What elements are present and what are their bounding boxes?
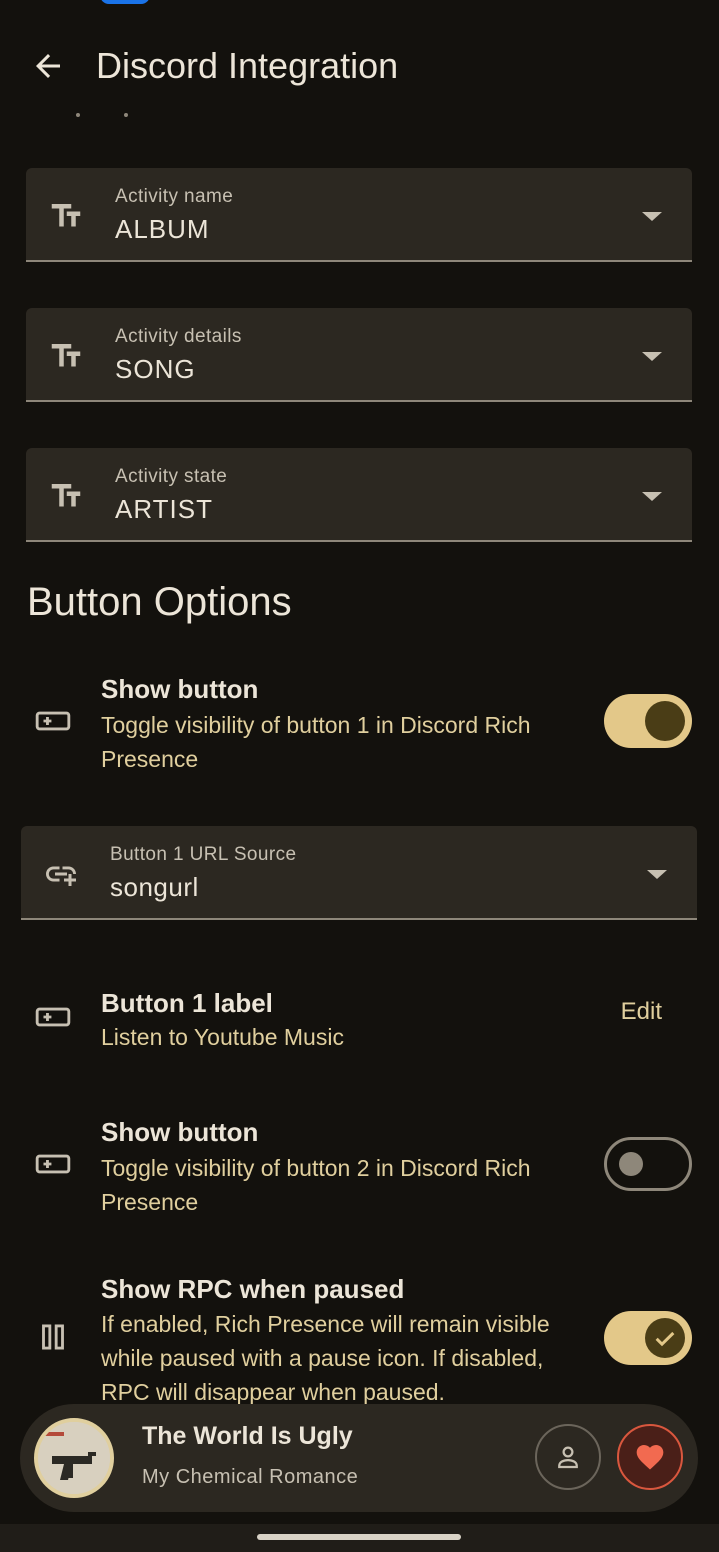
row-subtitle: Toggle visibility of button 2 in Discord… (101, 1155, 531, 1215)
activity-name-dropdown[interactable]: Activity name ALBUM (26, 168, 692, 262)
pause-icon (42, 1324, 64, 1350)
dropdown-label: Activity state (115, 466, 228, 487)
edit-button[interactable]: Edit (621, 998, 662, 1026)
activity-state-dropdown[interactable]: Activity state ARTIST (26, 448, 692, 542)
dropdown-value: ARTIST (115, 494, 213, 524)
smart-button-icon (35, 1007, 71, 1027)
track-artist: My Chemical Romance (142, 1466, 359, 1488)
section-title-button-options: Button Options (27, 580, 292, 624)
dropdown-label: Activity details (115, 326, 242, 347)
mini-player[interactable]: The World Is Ugly My Chemical Romance (20, 1404, 698, 1512)
back-button[interactable] (26, 44, 70, 88)
account-button[interactable] (535, 1424, 601, 1490)
arrow-left-icon (36, 54, 60, 78)
activity-details-dropdown[interactable]: Activity details SONG (26, 308, 692, 402)
row-title: Button 1 label (101, 988, 273, 1018)
toggle-thumb (645, 1318, 685, 1358)
show-button-1-row[interactable]: Show button Toggle visibility of button … (0, 670, 719, 780)
dropdown-value: songurl (110, 872, 199, 902)
gesture-handle[interactable] (257, 1534, 461, 1540)
page-title: Discord Integration (96, 45, 399, 86)
text-fields-icon (51, 204, 81, 227)
row-subtitle: If enabled, Rich Presence will remain vi… (101, 1311, 550, 1404)
check-icon (655, 1331, 675, 1347)
row-title: Show button (101, 674, 259, 704)
button-1-url-source-dropdown[interactable]: Button 1 URL Source songurl (21, 826, 697, 920)
like-button[interactable] (617, 1424, 683, 1490)
text-fields-icon (51, 484, 81, 507)
button-1-label-row[interactable]: Button 1 label Listen to Youtube Music E… (0, 984, 719, 1060)
text-fields-icon (51, 344, 81, 367)
add-link-icon (46, 866, 76, 886)
album-art[interactable] (34, 1418, 114, 1498)
show-rpc-paused-toggle[interactable] (604, 1311, 692, 1365)
app-bar: Discord Integration (0, 30, 719, 106)
show-button-1-toggle[interactable] (604, 694, 692, 748)
album-art-image (38, 1422, 110, 1494)
person-icon (558, 1446, 578, 1469)
toggle-thumb (645, 701, 685, 741)
show-button-2-toggle[interactable] (604, 1137, 692, 1191)
heart-icon (636, 1445, 664, 1470)
chevron-down-icon (647, 870, 667, 879)
chevron-down-icon (642, 212, 662, 221)
dropdown-value: ALBUM (115, 214, 210, 244)
toggle-thumb (619, 1152, 643, 1176)
dropdown-value: SONG (115, 354, 196, 384)
row-subtitle: Listen to Youtube Music (101, 1024, 344, 1050)
dropdown-label: Button 1 URL Source (110, 844, 297, 865)
row-title: Show button (101, 1117, 259, 1147)
dropdown-label: Activity name (115, 186, 234, 207)
row-subtitle: Toggle visibility of button 1 in Discord… (101, 712, 531, 772)
show-button-2-row[interactable]: Show button Toggle visibility of button … (0, 1113, 719, 1223)
smart-button-icon (35, 1154, 71, 1174)
chevron-down-icon (642, 492, 662, 501)
smart-button-icon (35, 711, 71, 731)
track-title: The World Is Ugly (142, 1422, 353, 1450)
scrolled-content-remnant (70, 112, 140, 124)
row-title: Show RPC when paused (101, 1274, 405, 1304)
show-rpc-when-paused-row[interactable]: Show RPC when paused If enabled, Rich Pr… (0, 1270, 719, 1404)
chevron-down-icon (642, 352, 662, 361)
status-bar-indicator (100, 0, 150, 4)
